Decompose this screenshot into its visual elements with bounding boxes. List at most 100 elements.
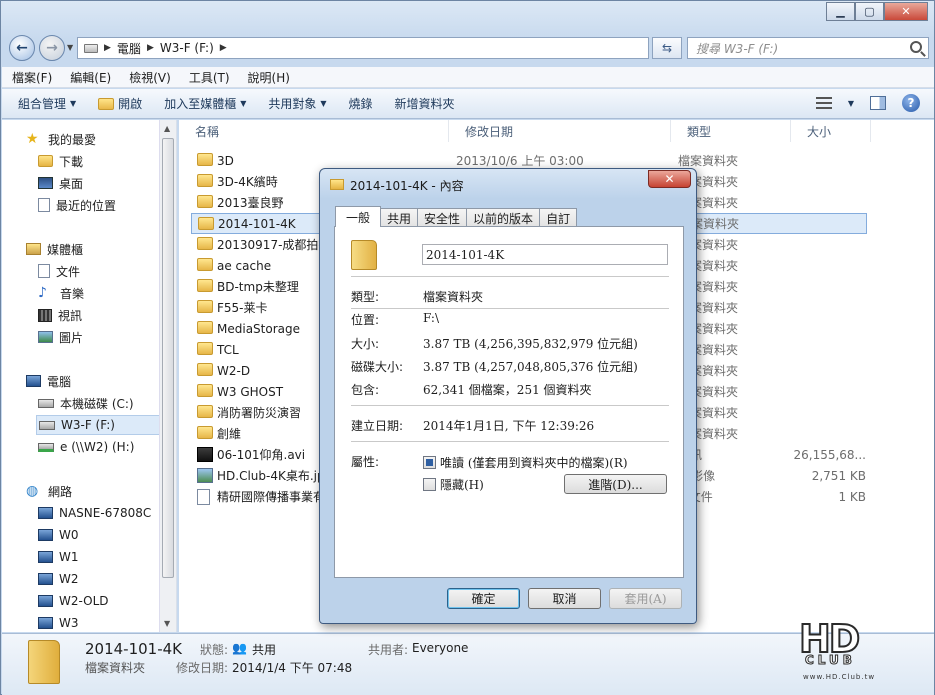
- folder-icon: [197, 279, 213, 292]
- open-button[interactable]: 開啟: [98, 95, 142, 112]
- menu-help[interactable]: 說明(H): [248, 69, 290, 86]
- nav-label: 我的最愛: [48, 132, 97, 147]
- separator: [351, 405, 669, 406]
- address-bar[interactable]: ▶ 電腦 ▶ W3-F (F:) ▶: [77, 37, 649, 59]
- folder-name-input[interactable]: 2014-101-4K: [422, 244, 668, 265]
- nav-host[interactable]: W3: [38, 613, 79, 633]
- open-label: 開啟: [118, 97, 143, 111]
- nav-label: 媒體櫃: [47, 242, 84, 257]
- close-icon: ✕: [664, 172, 675, 186]
- view-options-icon[interactable]: [815, 97, 832, 109]
- tab-previous-versions[interactable]: 以前的版本: [466, 208, 541, 227]
- history-dropdown-icon[interactable]: ▼: [67, 43, 73, 52]
- apply-button[interactable]: 套用(A): [609, 588, 682, 609]
- refresh-button[interactable]: ⇆: [652, 37, 682, 59]
- nav-local-disk[interactable]: 本機磁碟 (C:): [38, 393, 134, 413]
- nav-label: W2: [59, 572, 79, 586]
- nav-recent[interactable]: 最近的位置: [38, 195, 116, 215]
- column-header-name[interactable]: 名稱: [179, 120, 449, 142]
- chevron-right-icon[interactable]: ▶: [220, 43, 227, 53]
- forward-button[interactable]: →: [39, 35, 65, 61]
- close-button[interactable]: ✕: [884, 2, 928, 21]
- nav-scrollbar[interactable]: ▲ ▼: [159, 120, 176, 632]
- location-value: F:\: [423, 311, 439, 325]
- details-shared-with-label: 共用者:: [368, 643, 409, 657]
- breadcrumb-w3f[interactable]: W3-F (F:): [160, 41, 214, 55]
- menu-view[interactable]: 檢視(V): [129, 69, 171, 86]
- watermark-url: www.HD.Club.tw: [803, 673, 876, 681]
- nav-documents[interactable]: 文件: [38, 261, 80, 281]
- menu-file[interactable]: 檔案(F): [12, 69, 52, 86]
- nav-host[interactable]: NASNE-67808C: [38, 503, 151, 523]
- file-name: F55-莱卡: [217, 301, 268, 315]
- nav-host[interactable]: W1: [38, 547, 79, 567]
- column-header-type[interactable]: 類型: [671, 120, 791, 142]
- folder-icon: [330, 179, 344, 190]
- nav-label: W1: [59, 550, 79, 564]
- nav-computer[interactable]: 電腦: [26, 371, 71, 391]
- tab-sharing[interactable]: 共用: [380, 208, 419, 227]
- preview-pane-icon[interactable]: [870, 96, 886, 110]
- chevron-right-icon[interactable]: ▶: [147, 43, 154, 53]
- dialog-tabs: 一般 共用 安全性 以前的版本 自訂: [335, 206, 578, 227]
- share-with-button[interactable]: 共用對象 ▼: [268, 95, 326, 112]
- readonly-label[interactable]: 唯讀 (僅套用到資料夾中的檔案)(R): [440, 454, 628, 471]
- burn-button[interactable]: 燒錄: [349, 95, 373, 112]
- dropdown-arrow-icon[interactable]: ▼: [848, 99, 854, 108]
- ok-button[interactable]: 確定: [447, 588, 520, 609]
- new-folder-button[interactable]: 新增資料夾: [395, 95, 455, 112]
- organize-button[interactable]: 組合管理 ▼: [18, 95, 76, 112]
- nav-downloads[interactable]: 下載: [38, 151, 83, 171]
- column-header-date[interactable]: 修改日期: [449, 120, 671, 142]
- nav-network[interactable]: ◍ 網路: [26, 481, 72, 501]
- help-icon[interactable]: ?: [902, 94, 920, 112]
- cancel-button[interactable]: 取消: [528, 588, 601, 609]
- size-label: 大小:: [351, 337, 380, 351]
- search-input[interactable]: 搜尋 W3-F (F:): [687, 37, 929, 59]
- menu-edit[interactable]: 編輯(E): [70, 69, 111, 86]
- advanced-button[interactable]: 進階(D)...: [564, 474, 667, 494]
- scroll-up-icon[interactable]: ▲: [164, 124, 170, 133]
- minimize-button[interactable]: ▁: [826, 2, 855, 21]
- hidden-checkbox[interactable]: [423, 478, 436, 491]
- column-header-size[interactable]: 大小: [791, 120, 871, 142]
- menu-tools[interactable]: 工具(T): [189, 69, 230, 86]
- nav-host[interactable]: W2: [38, 569, 79, 589]
- folder-icon: [197, 363, 213, 376]
- breadcrumb-computer[interactable]: 電腦: [117, 40, 141, 57]
- hidden-label[interactable]: 隱藏(H): [440, 476, 484, 493]
- include-library-button[interactable]: 加入至媒體櫃 ▼: [164, 95, 246, 112]
- nav-w3f[interactable]: W3-F (F:): [36, 415, 160, 435]
- nav-videos[interactable]: 視訊: [38, 305, 82, 325]
- scrollbar-thumb[interactable]: [162, 138, 174, 578]
- nav-music[interactable]: ♪ 音樂: [38, 283, 84, 303]
- nav-desktop[interactable]: 桌面: [38, 173, 83, 193]
- readonly-checkbox[interactable]: [423, 456, 436, 469]
- chevron-right-icon[interactable]: ▶: [104, 43, 111, 53]
- details-type: 檔案資料夾: [85, 661, 146, 675]
- maximize-button[interactable]: ▢: [855, 2, 884, 21]
- burn-label: 燒錄: [348, 97, 373, 111]
- video-icon: [197, 447, 213, 462]
- tab-security[interactable]: 安全性: [417, 208, 468, 227]
- dialog-title: 2014-101-4K - 內容: [350, 179, 464, 193]
- refresh-icon: ⇆: [661, 41, 673, 55]
- search-icon[interactable]: [910, 41, 922, 53]
- scroll-down-icon[interactable]: ▼: [164, 619, 170, 628]
- nav-host[interactable]: W2-OLD: [38, 591, 109, 611]
- hard-disk-icon: [39, 420, 55, 430]
- address-row: ← → ▼ ▶ 電腦 ▶ W3-F (F:) ▶ ⇆ 搜尋 W3-F (F:): [7, 33, 929, 61]
- nav-label: 桌面: [59, 176, 84, 191]
- nav-host[interactable]: W0: [38, 525, 79, 545]
- column-label: 名稱: [195, 124, 220, 139]
- nav-pictures[interactable]: 圖片: [38, 327, 83, 347]
- tab-general[interactable]: 一般: [335, 206, 382, 227]
- share-users-icon: 👥: [232, 641, 247, 655]
- tab-customize[interactable]: 自訂: [539, 208, 578, 227]
- back-button[interactable]: ←: [9, 35, 35, 61]
- nav-e-drive[interactable]: e (\\W2) (H:): [38, 437, 134, 457]
- documents-icon: [38, 264, 50, 278]
- nav-favorites[interactable]: ★ 我的最愛: [26, 129, 96, 149]
- nav-libraries[interactable]: 媒體櫃: [26, 239, 83, 259]
- dialog-close-button[interactable]: ✕: [648, 170, 691, 188]
